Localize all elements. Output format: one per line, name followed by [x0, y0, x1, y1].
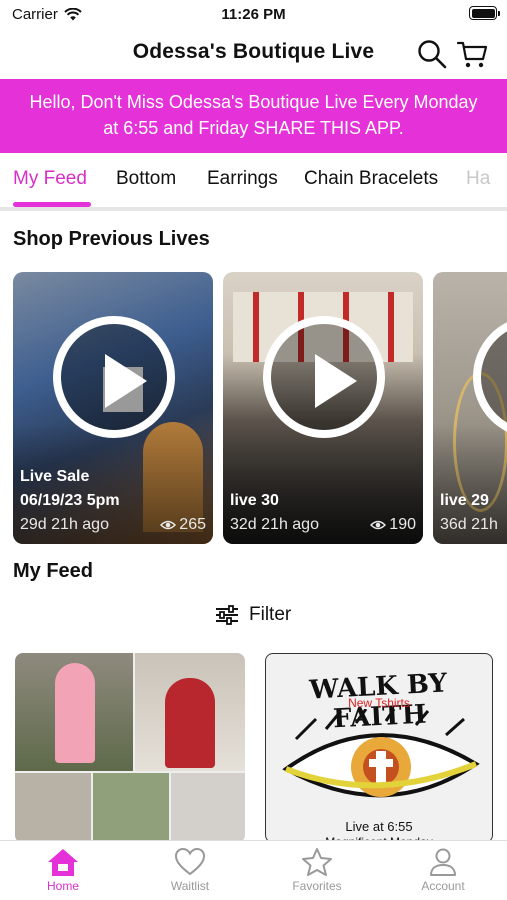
nav-waitlist-label: Waitlist: [170, 879, 210, 893]
live-card[interactable]: Live Sale 06/19/23 5pm 29d 21h ago 265: [13, 272, 213, 544]
poster-caption: Live at 6:55: [345, 819, 413, 834]
nav-home-label: Home: [46, 879, 79, 893]
person-icon: [430, 848, 456, 876]
play-button[interactable]: [263, 316, 385, 438]
nav-account-label: Account: [421, 879, 465, 893]
live-time-ago: 36d 21h: [440, 516, 498, 533]
live-title: live 30: [230, 492, 279, 509]
live-views: 265: [160, 516, 206, 534]
section-title-my-feed: My Feed: [13, 560, 94, 582]
feed-card[interactable]: WALK BY FAITH New Tshirts Live at 6:55 M…: [265, 653, 493, 843]
live-card[interactable]: live 29 36d 21h: [433, 272, 507, 544]
home-icon: [48, 849, 78, 876]
live-title: Live Sale: [20, 468, 90, 485]
app-header: Odessa's Boutique Live: [0, 30, 507, 78]
poster-subtitle: New Tshirts: [348, 696, 410, 710]
live-views: 190: [370, 516, 416, 534]
heart-icon: [174, 847, 206, 876]
tab-bottom[interactable]: Bottom: [116, 168, 176, 190]
tab-chain-bracelets[interactable]: Chain Bracelets: [304, 168, 438, 190]
battery-icon: [469, 6, 500, 20]
live-card[interactable]: live 30 32d 21h ago 190: [223, 272, 423, 544]
filter-button[interactable]: Filter: [215, 604, 291, 626]
tabs-divider: [0, 207, 507, 211]
section-title-previous-lives: Shop Previous Lives: [13, 228, 210, 250]
feed-card[interactable]: [15, 653, 245, 843]
banner-line-1: Hello, Don't Miss Odessa's Boutique Live…: [29, 92, 478, 112]
filter-label: Filter: [249, 604, 292, 625]
view-count: 265: [179, 516, 206, 533]
bottom-navigation: Home Waitlist Favorites Account: [0, 840, 507, 900]
sliders-icon: [216, 605, 238, 625]
tab-earrings[interactable]: Earrings: [207, 168, 278, 190]
view-count: 190: [389, 516, 416, 533]
live-date: 06/19/23 5pm: [20, 492, 120, 509]
eye-artwork: [282, 709, 480, 798]
tab-my-feed[interactable]: My Feed: [13, 168, 87, 190]
cart-icon[interactable]: [456, 38, 488, 70]
nav-favorites-label: Favorites: [292, 879, 342, 893]
previous-lives-carousel[interactable]: Live Sale 06/19/23 5pm 29d 21h ago 265 l…: [13, 272, 507, 544]
tab-partial[interactable]: Ha: [466, 168, 490, 190]
star-icon: [302, 848, 332, 876]
eye-icon: [370, 520, 387, 530]
nav-account[interactable]: Account: [393, 847, 493, 893]
eye-icon: [160, 520, 177, 530]
category-tabs: My Feed Bottom Earrings Chain Bracelets …: [0, 156, 507, 210]
live-time-ago: 32d 21h ago: [230, 516, 319, 533]
live-title: live 29: [440, 492, 489, 509]
status-time: 11:26 PM: [221, 6, 286, 23]
nav-home[interactable]: Home: [13, 847, 113, 893]
announcement-banner: Hello, Don't Miss Odessa's Boutique Live…: [0, 79, 507, 153]
banner-line-2: at 6:55 and Friday SHARE THIS APP.: [103, 118, 404, 138]
nav-waitlist[interactable]: Waitlist: [140, 847, 240, 893]
live-time-ago: 29d 21h ago: [20, 516, 109, 533]
search-icon[interactable]: [416, 38, 448, 70]
status-bar: Carrier 11:26 PM: [0, 0, 507, 30]
play-button[interactable]: [53, 316, 175, 438]
nav-favorites[interactable]: Favorites: [267, 847, 367, 893]
